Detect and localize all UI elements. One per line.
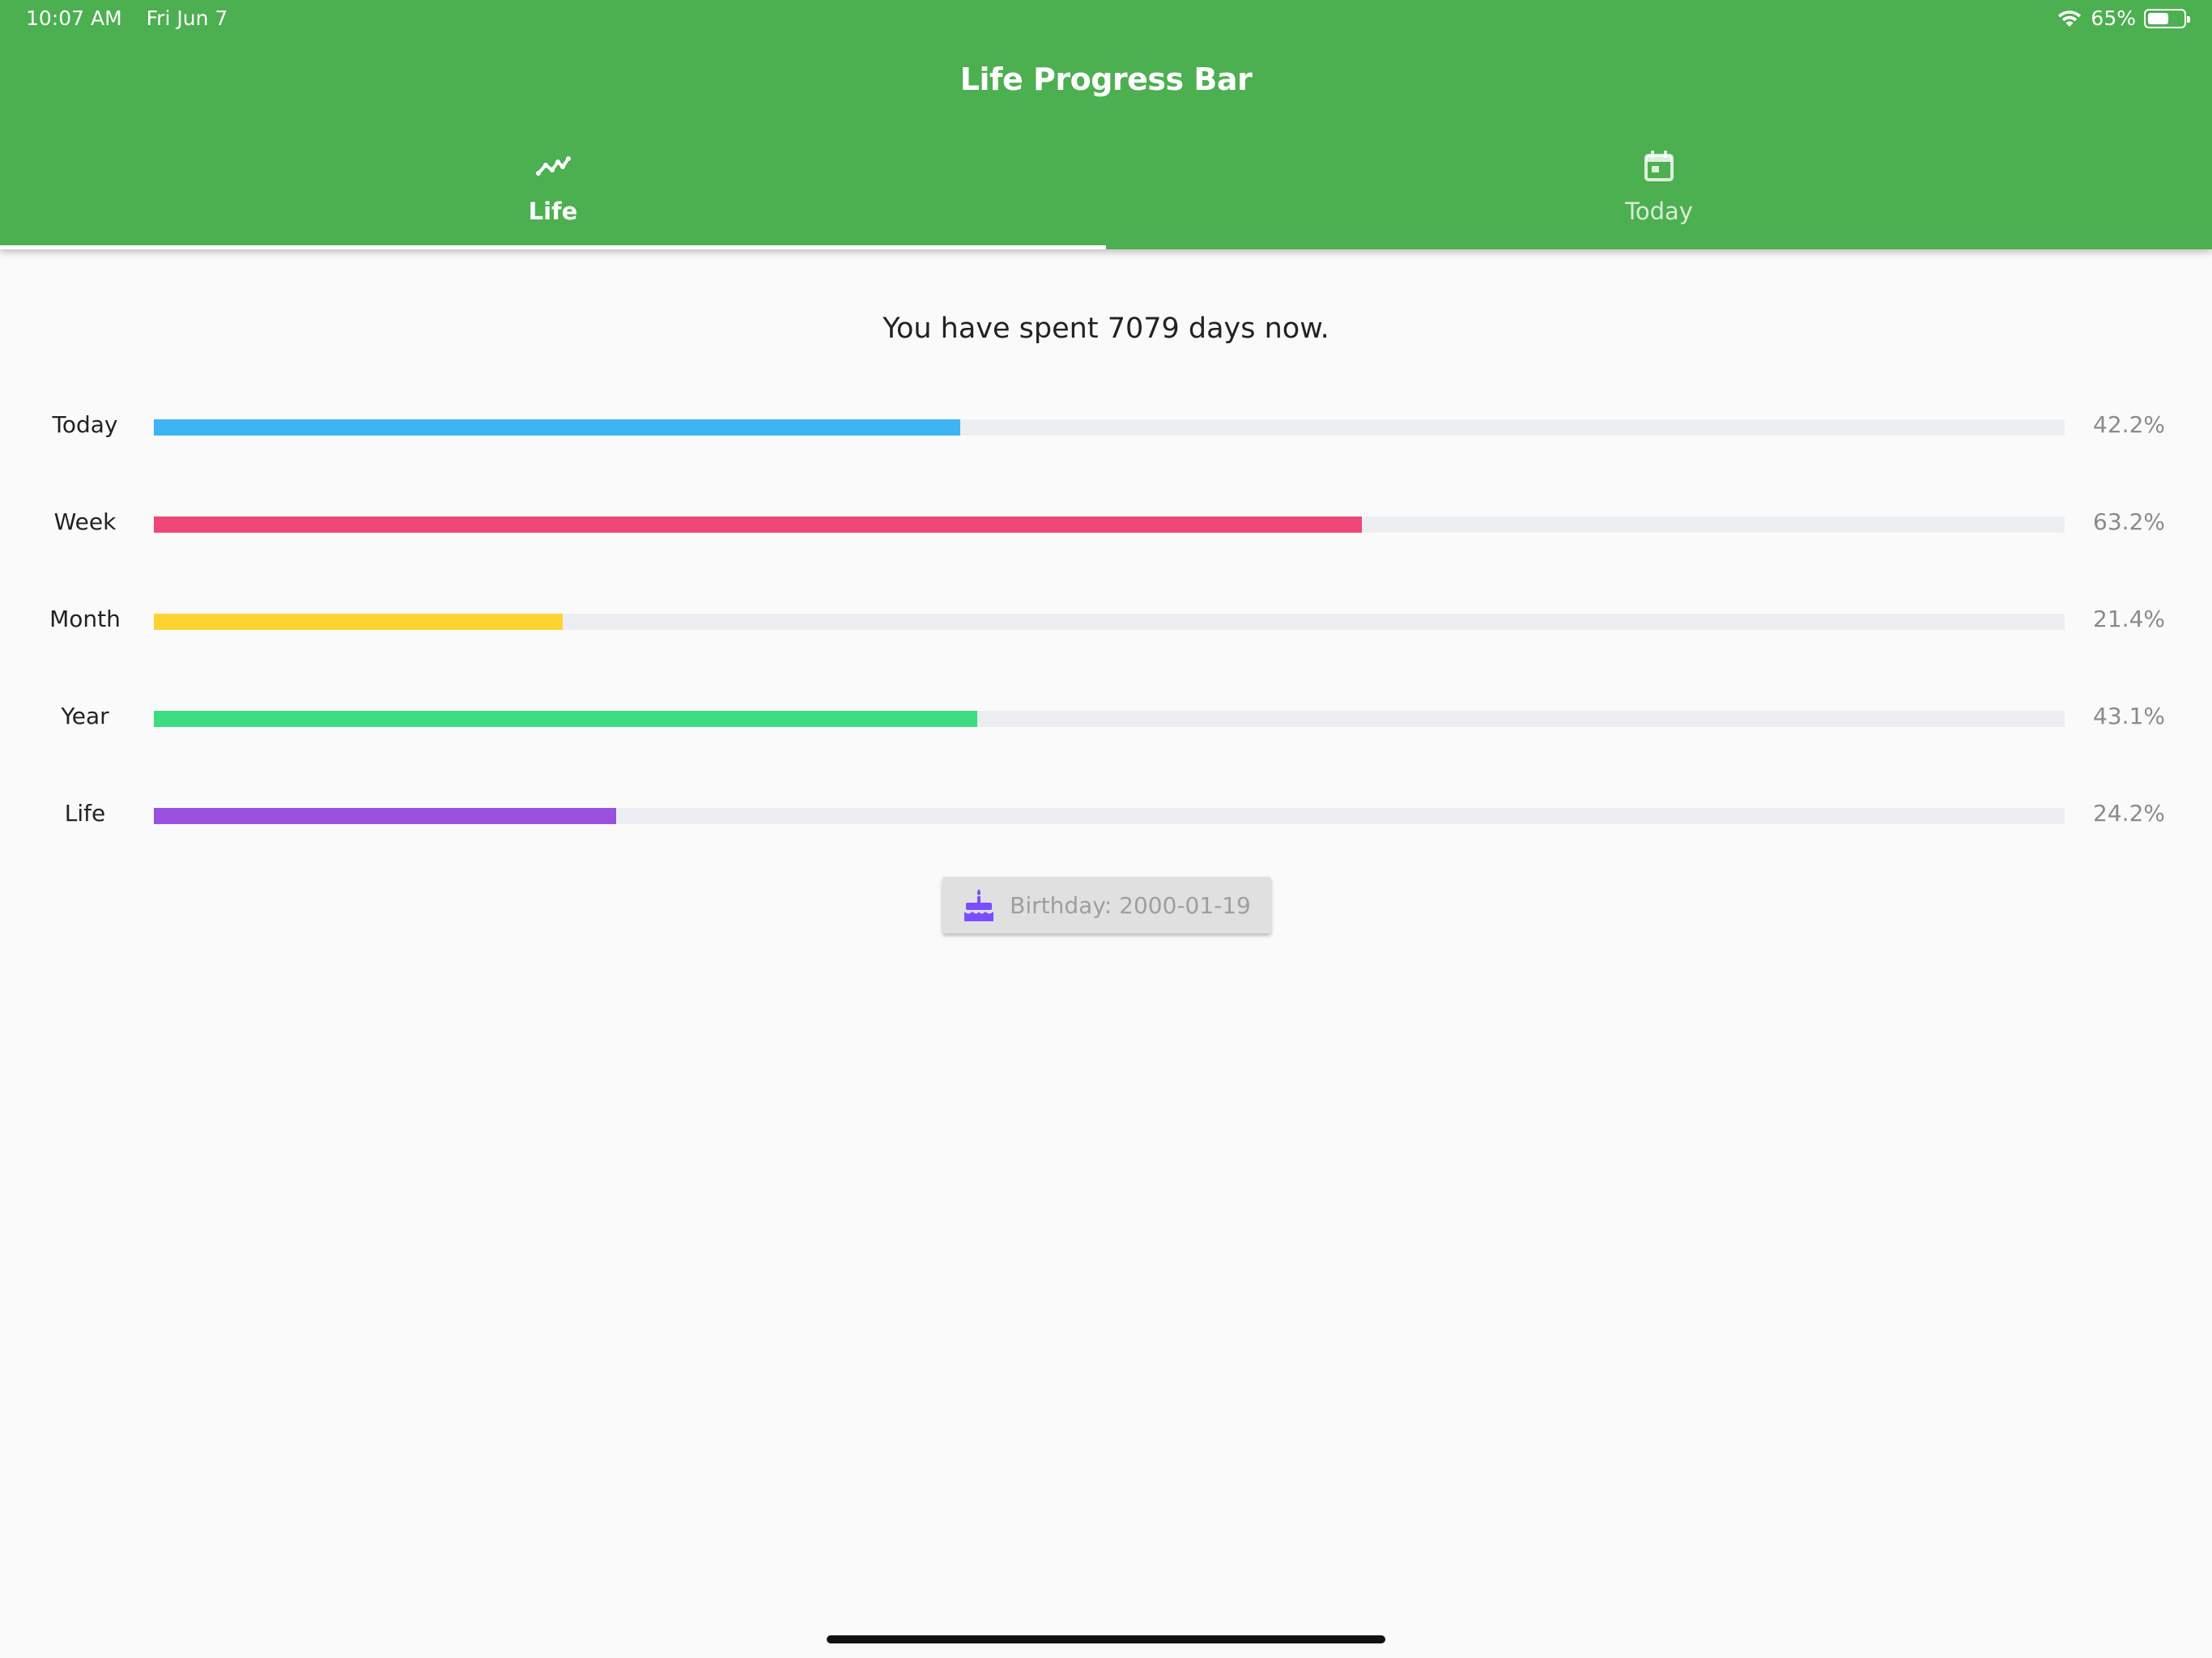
progress-fill — [154, 517, 1362, 533]
progress-row-today: Today 42.2% — [0, 395, 2212, 460]
progress-percent: 24.2% — [2093, 800, 2165, 827]
status-time-date: 10:07 AM Fri Jun 7 — [26, 6, 228, 30]
tab-today-label: Today — [1625, 198, 1693, 225]
status-bar: 10:07 AM Fri Jun 7 65% — [0, 0, 2212, 39]
progress-percent: 43.1% — [2093, 703, 2165, 729]
progress-row-life: Life 24.2% — [0, 784, 2212, 848]
progress-row-month: Month 21.4% — [0, 589, 2212, 654]
tab-life-label: Life — [528, 198, 578, 225]
battery-level — [2148, 12, 2169, 24]
status-time: 10:07 AM — [26, 6, 122, 30]
birthday-button[interactable]: Birthday: 2000-01-19 — [942, 877, 1271, 933]
battery-percent: 65% — [2091, 6, 2136, 30]
progress-track — [154, 711, 2065, 727]
progress-label: Week — [53, 508, 117, 535]
progress-track — [154, 614, 2065, 630]
progress-fill — [154, 711, 978, 727]
active-tab-indicator — [0, 245, 1106, 249]
tab-bar: Life Today — [0, 139, 2212, 249]
progress-label: Life — [64, 800, 106, 827]
progress-label: Today — [52, 411, 118, 438]
progress-row-year: Year 43.1% — [0, 687, 2212, 751]
progress-track — [154, 808, 2065, 824]
progress-percent: 63.2% — [2093, 508, 2165, 535]
tab-life[interactable]: Life — [0, 139, 1106, 249]
wifi-icon — [2058, 10, 2082, 27]
app-bar: 10:07 AM Fri Jun 7 65% Life Progress Bar — [0, 0, 2212, 249]
trending-up-icon — [536, 156, 571, 176]
cake-icon — [964, 889, 994, 921]
birthday-label: Birthday: 2000-01-19 — [1010, 891, 1251, 919]
progress-fill — [154, 614, 564, 630]
progress-percent: 21.4% — [2093, 606, 2165, 632]
progress-track — [154, 517, 2065, 533]
calendar-icon — [1644, 151, 1674, 181]
status-indicators: 65% — [2057, 6, 2190, 30]
battery-icon — [2144, 8, 2190, 28]
status-date: Fri Jun 7 — [146, 6, 228, 30]
progress-row-week: Week 63.2% — [0, 492, 2212, 557]
progress-track — [154, 419, 2065, 436]
progress-label: Month — [49, 606, 121, 632]
progress-label: Year — [61, 703, 109, 729]
tab-today[interactable]: Today — [1106, 139, 2212, 249]
days-spent-summary: You have spent 7079 days now. — [883, 312, 1329, 345]
home-indicator[interactable] — [827, 1635, 1385, 1643]
progress-fill — [154, 808, 617, 824]
progress-percent: 42.2% — [2093, 411, 2165, 438]
progress-fill — [154, 419, 960, 436]
page-title: Life Progress Bar — [959, 62, 1253, 97]
